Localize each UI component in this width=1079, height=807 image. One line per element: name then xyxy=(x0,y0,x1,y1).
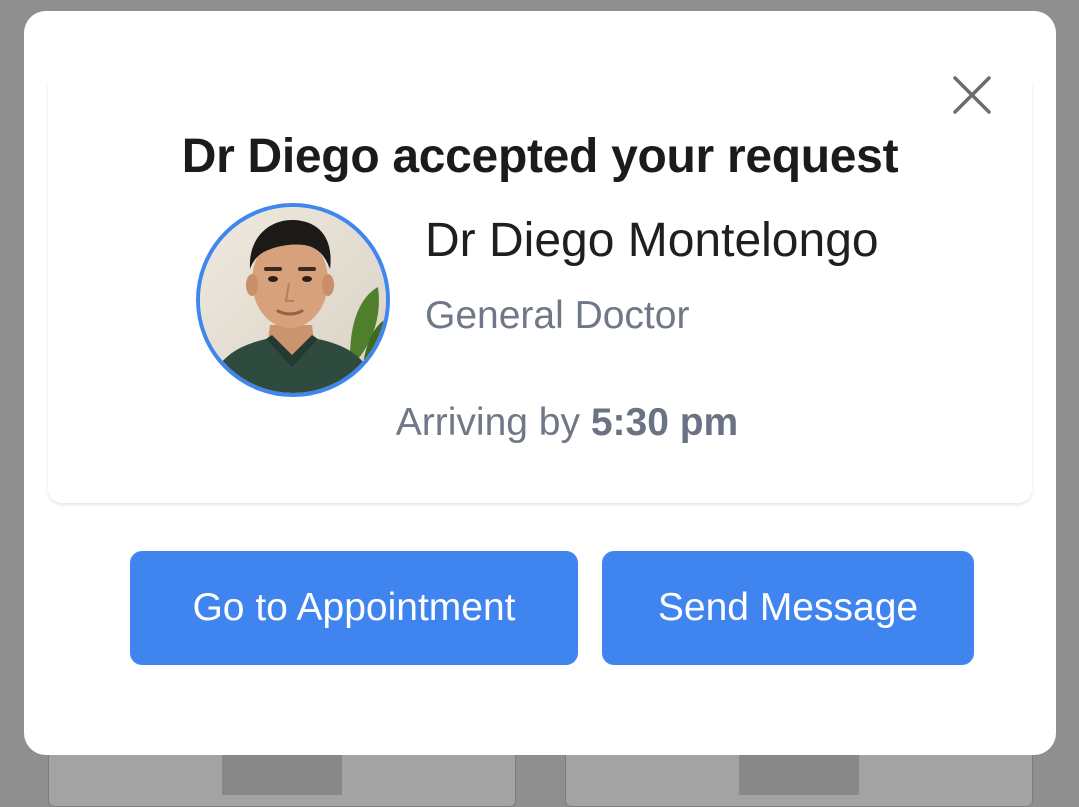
background-tile-left xyxy=(222,755,342,795)
doctor-role: General Doctor xyxy=(425,294,690,337)
arrival-label: Arriving by xyxy=(395,401,591,444)
send-message-button[interactable]: Send Message xyxy=(602,551,974,665)
close-button[interactable] xyxy=(952,75,992,115)
request-accepted-modal: Dr Diego accepted your request Dr Diego … xyxy=(24,11,1056,755)
modal-title: Dr Diego accepted your request xyxy=(181,130,899,183)
go-to-appointment-button[interactable]: Go to Appointment xyxy=(130,551,578,665)
doctor-avatar xyxy=(196,203,390,397)
close-icon xyxy=(953,76,991,114)
arrival-time: 5:30 pm xyxy=(590,401,739,444)
background-tile-right xyxy=(739,755,859,795)
doctor-name: Dr Diego Montelongo xyxy=(425,214,879,267)
arrival-info: Arriving by 5:30 pm xyxy=(24,401,1079,445)
